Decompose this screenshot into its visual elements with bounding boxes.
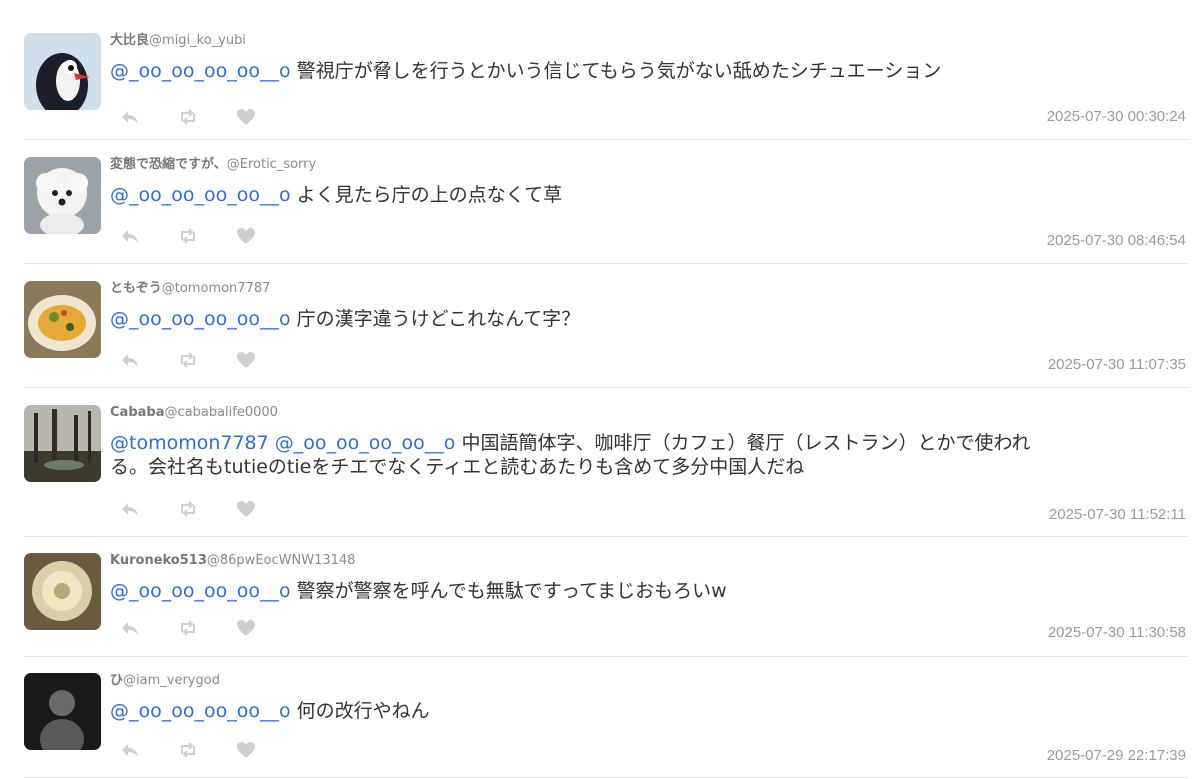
author-handle[interactable]: @iam_verygod bbox=[123, 673, 220, 688]
author-handle[interactable]: @cababalife0000 bbox=[164, 405, 277, 420]
mention-link[interactable]: @_oo_oo_oo_oo__o bbox=[110, 700, 291, 722]
forest-avatar[interactable] bbox=[24, 405, 101, 482]
post-author[interactable]: ともぞう@tomomon7787 bbox=[110, 281, 1188, 297]
retweet-icon[interactable] bbox=[178, 108, 198, 126]
reply-post: ともぞう@tomomon7787 @_oo_oo_oo_oo__o 庁の漢字違う… bbox=[24, 281, 1188, 388]
post-timestamp[interactable]: 2025-07-30 11:52:11 bbox=[1049, 506, 1186, 523]
post-actions bbox=[120, 741, 256, 759]
author-display-name[interactable]: ともぞう bbox=[110, 281, 162, 296]
mention-link[interactable]: @_oo_oo_oo_oo__o bbox=[110, 580, 291, 602]
author-display-name[interactable]: Kuroneko513 bbox=[110, 553, 207, 568]
penguin-avatar[interactable] bbox=[24, 33, 101, 110]
retweet-icon[interactable] bbox=[178, 500, 198, 518]
post-timestamp[interactable]: 2025-07-30 11:30:58 bbox=[1048, 624, 1186, 641]
author-handle[interactable]: @Erotic_sorry bbox=[227, 157, 316, 172]
reply-icon[interactable] bbox=[120, 108, 140, 126]
post-text: @_oo_oo_oo_oo__o 警察が警察を呼んでも無駄ですってまじおもろいw bbox=[110, 579, 1188, 603]
author-display-name[interactable]: Cababa bbox=[110, 405, 164, 420]
post-author[interactable]: 変態で恐縮ですが、@Erotic_sorry bbox=[110, 157, 1188, 173]
post-actions bbox=[120, 108, 256, 126]
reply-icon[interactable] bbox=[120, 227, 140, 245]
mention-link[interactable]: @tomomon7787 @_oo_oo_oo_oo__o bbox=[110, 432, 455, 454]
post-body: 庁の漢字違うけどこれなんて字？ bbox=[296, 308, 581, 330]
heart-icon[interactable] bbox=[236, 500, 256, 518]
post-timestamp[interactable]: 2025-07-29 22:17:39 bbox=[1047, 747, 1186, 764]
post-body: 何の改行やねん bbox=[296, 700, 430, 722]
retweet-icon[interactable] bbox=[178, 351, 198, 369]
heart-icon[interactable] bbox=[236, 108, 256, 126]
dark-figure-avatar[interactable] bbox=[24, 673, 101, 750]
reply-post: 変態で恐縮ですが、@Erotic_sorry @_oo_oo_oo_oo__o … bbox=[24, 157, 1188, 264]
post-body-line2: る。会社名もtutieのtieをチエでなくティエと読むあたりも含めて多分中国人だ… bbox=[110, 456, 805, 478]
reply-icon[interactable] bbox=[120, 500, 140, 518]
reply-post: ひ@iam_verygod @_oo_oo_oo_oo__o 何の改行やねん 2… bbox=[24, 673, 1188, 778]
reply-feed: 大比良@migi_ko_yubi @_oo_oo_oo_oo__o 警視庁が脅し… bbox=[0, 0, 1200, 779]
post-author[interactable]: Cababa@cababalife0000 bbox=[110, 405, 1188, 421]
author-display-name[interactable]: 変態で恐縮ですが、 bbox=[110, 157, 227, 172]
white-dog-avatar[interactable] bbox=[24, 157, 101, 234]
heart-icon[interactable] bbox=[236, 351, 256, 369]
post-timestamp[interactable]: 2025-07-30 08:46:54 bbox=[1047, 232, 1186, 249]
post-text: @_oo_oo_oo_oo__o 何の改行やねん bbox=[110, 699, 1188, 723]
reply-icon[interactable] bbox=[120, 741, 140, 759]
reply-post: 大比良@migi_ko_yubi @_oo_oo_oo_oo__o 警視庁が脅し… bbox=[24, 33, 1188, 140]
reply-icon[interactable] bbox=[120, 619, 140, 637]
retweet-icon[interactable] bbox=[178, 227, 198, 245]
post-timestamp[interactable]: 2025-07-30 00:30:24 bbox=[1047, 108, 1186, 125]
post-actions bbox=[120, 227, 256, 245]
author-handle[interactable]: @tomomon7787 bbox=[162, 281, 271, 296]
post-actions bbox=[120, 500, 256, 518]
post-text: @tomomon7787 @_oo_oo_oo_oo__o 中国語簡体字、咖啡厅… bbox=[110, 431, 1188, 479]
post-actions bbox=[120, 351, 256, 369]
post-body: 警視庁が脅しを行うとかいう信じてもらう気がない舐めたシチュエーション bbox=[296, 60, 942, 82]
heart-icon[interactable] bbox=[236, 619, 256, 637]
post-author[interactable]: Kuroneko513@86pwEocWNW13148 bbox=[110, 553, 1188, 569]
post-text: @_oo_oo_oo_oo__o 庁の漢字違うけどこれなんて字？ bbox=[110, 307, 1188, 331]
mention-link[interactable]: @_oo_oo_oo_oo__o bbox=[110, 184, 291, 206]
reply-icon[interactable] bbox=[120, 351, 140, 369]
heart-icon[interactable] bbox=[236, 227, 256, 245]
post-text: @_oo_oo_oo_oo__o よく見たら庁の上の点なくて草 bbox=[110, 183, 1188, 207]
food-avatar[interactable] bbox=[24, 281, 101, 358]
retweet-icon[interactable] bbox=[178, 741, 198, 759]
post-timestamp[interactable]: 2025-07-30 11:07:35 bbox=[1048, 356, 1186, 373]
post-author[interactable]: 大比良@migi_ko_yubi bbox=[110, 33, 1188, 49]
post-author[interactable]: ひ@iam_verygod bbox=[110, 673, 1188, 689]
post-body-line1: 中国語簡体字、咖啡厅（カフェ）餐厅（レストラン）とかで使われ bbox=[461, 432, 1031, 454]
post-actions bbox=[120, 619, 256, 637]
reply-post: Kuroneko513@86pwEocWNW13148 @_oo_oo_oo_o… bbox=[24, 553, 1188, 657]
post-body: 警察が警察を呼んでも無駄ですってまじおもろいw bbox=[296, 580, 727, 602]
mention-link[interactable]: @_oo_oo_oo_oo__o bbox=[110, 308, 291, 330]
post-body: よく見たら庁の上の点なくて草 bbox=[296, 184, 563, 206]
author-display-name[interactable]: ひ bbox=[110, 673, 123, 688]
author-handle[interactable]: @86pwEocWNW13148 bbox=[207, 553, 356, 568]
dandelion-avatar[interactable] bbox=[24, 553, 101, 630]
author-handle[interactable]: @migi_ko_yubi bbox=[149, 33, 246, 48]
retweet-icon[interactable] bbox=[178, 619, 198, 637]
heart-icon[interactable] bbox=[236, 741, 256, 759]
author-display-name[interactable]: 大比良 bbox=[110, 33, 149, 48]
post-text: @_oo_oo_oo_oo__o 警視庁が脅しを行うとかいう信じてもらう気がない… bbox=[110, 59, 1188, 83]
mention-link[interactable]: @_oo_oo_oo_oo__o bbox=[110, 60, 291, 82]
reply-post: Cababa@cababalife0000 @tomomon7787 @_oo_… bbox=[24, 405, 1188, 537]
